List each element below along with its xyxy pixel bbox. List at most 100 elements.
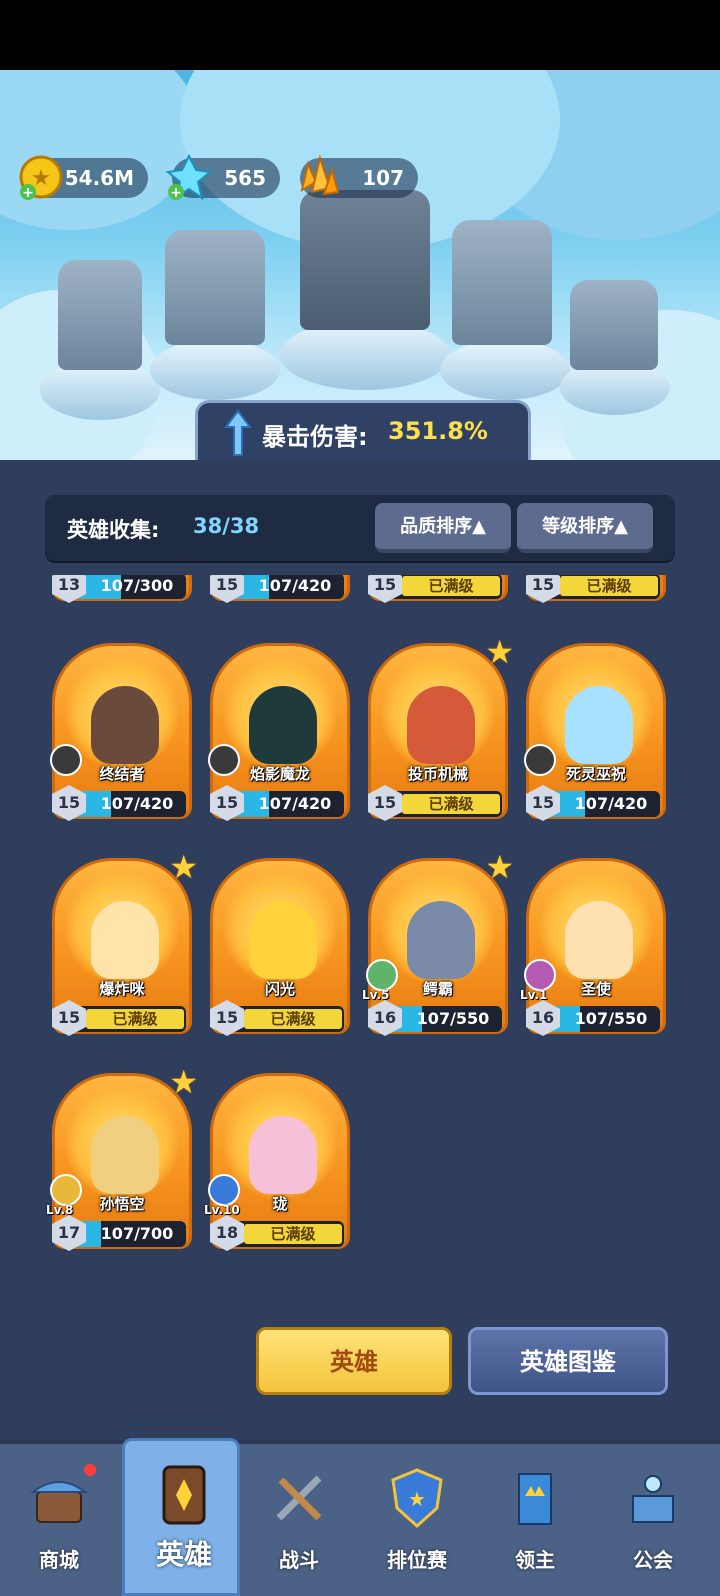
nav-label: 商城 xyxy=(39,1548,79,1572)
hero-card[interactable]: 焰影魔龙 107/420 15 xyxy=(208,643,350,833)
shop-icon xyxy=(29,1466,89,1530)
svg-text:★: ★ xyxy=(408,1487,426,1511)
hero-card[interactable]: 107/420 15 xyxy=(210,575,350,615)
hero-name: 闪光 xyxy=(264,980,295,998)
guild-castle-icon xyxy=(623,1466,683,1530)
nav-battle-swords[interactable]: 战斗 xyxy=(240,1444,358,1596)
gold-coin-icon: ★ + xyxy=(19,155,63,201)
hero-portrait xyxy=(249,901,317,979)
gem-counter[interactable]: 107 xyxy=(300,154,418,198)
blue-crystal-icon: + xyxy=(165,153,213,201)
hero-portrait xyxy=(91,1116,159,1194)
hero-codex-button[interactable]: 英雄图鉴 xyxy=(468,1327,668,1395)
pet-icon: Lv.1 xyxy=(520,958,560,1002)
pet-level: Lv.5 xyxy=(362,988,390,1002)
progress-text: 107/550 xyxy=(574,1009,648,1028)
sort-level-button[interactable]: 等级排序▲ xyxy=(517,503,653,553)
lord-banner-icon xyxy=(505,1466,565,1530)
ice-cave-rock xyxy=(0,70,200,230)
hero-name: 投币机械 xyxy=(407,765,468,783)
nav-label: 领主 xyxy=(515,1548,555,1572)
hero-card[interactable]: 已满级 15 xyxy=(368,575,508,615)
hero-card[interactable]: 爆炸咪 ★ 已满级 15 xyxy=(52,848,198,1048)
hero-card[interactable]: 已满级 15 xyxy=(526,575,666,615)
up-arrow-icon xyxy=(224,409,252,456)
hero-card[interactable]: 107/300 13 xyxy=(52,575,192,615)
hero-card[interactable]: 投币机械 ★ 已满级 15 xyxy=(368,633,514,833)
pet-level: Lv.10 xyxy=(204,1203,240,1217)
nav-label: 英雄 xyxy=(155,1538,212,1571)
hero-card[interactable]: 鳄霸 Lv.5 ★ 107/550 16 xyxy=(362,848,514,1048)
max-level-label: 已满级 xyxy=(402,576,500,596)
hero-card[interactable]: 珑 Lv.10 已满级 18 xyxy=(204,1073,350,1263)
progress-text: 107/420 xyxy=(258,794,332,813)
hero-card-icon xyxy=(154,1463,214,1527)
progress-text: 107/550 xyxy=(416,1009,490,1028)
nav-label: 公会 xyxy=(633,1548,673,1572)
max-level-label: 已满级 xyxy=(86,1009,184,1029)
pedestal xyxy=(150,340,280,400)
max-level-label: 已满级 xyxy=(402,794,500,814)
hero-card[interactable]: 孙悟空 Lv.8 ★ 107/700 17 xyxy=(46,1063,198,1263)
hero-portrait xyxy=(407,901,475,979)
sort-quality-button[interactable]: 品质排序▲ xyxy=(375,503,511,553)
nav-lord-banner[interactable]: 领主 xyxy=(476,1444,594,1596)
max-level-label: 已满级 xyxy=(560,576,658,596)
statue-warrior xyxy=(58,260,142,370)
notification-dot xyxy=(84,1464,96,1476)
crit-damage-plate: 暴击伤害: 351.8% xyxy=(195,400,531,463)
nav-guild-castle[interactable]: 公会 xyxy=(594,1444,712,1596)
gold-counter[interactable]: ★ + 54.6M xyxy=(19,155,148,201)
progress-text: 107/700 xyxy=(100,1224,174,1243)
star-icon: ★ xyxy=(485,633,514,671)
hero-card[interactable]: 死灵巫祝 107/420 15 xyxy=(524,643,666,833)
hero-portrait xyxy=(249,1116,317,1194)
crit-label: 暴击伤害: xyxy=(262,423,368,451)
hero-portrait xyxy=(407,686,475,764)
collection-header: 英雄收集: 38/38 品质排序▲ 等级排序▲ xyxy=(45,495,675,563)
hero-card[interactable]: 圣使 Lv.1 107/550 16 xyxy=(520,858,666,1048)
svg-text:+: + xyxy=(170,185,182,201)
collection-count: 38/38 xyxy=(193,514,260,538)
status-bar xyxy=(0,0,720,70)
nav-hero-card[interactable]: 英雄 xyxy=(122,1438,240,1596)
ranked-shield-icon: ★ xyxy=(387,1466,447,1530)
hero-card[interactable]: 终结者 107/420 15 xyxy=(50,643,192,833)
crystal-value: 565 xyxy=(224,166,266,190)
statue-dragon xyxy=(300,190,430,330)
pedestal xyxy=(440,340,570,400)
nav-shop[interactable]: 商城 xyxy=(0,1444,118,1596)
collection-label: 英雄收集: xyxy=(67,518,160,542)
nav-ranked-shield[interactable]: ★ 排位赛 xyxy=(358,1444,476,1596)
gem-value: 107 xyxy=(362,166,404,190)
bottom-nav: 商城 英雄 战斗 ★ 排位赛 领主 公会 xyxy=(0,1438,720,1596)
nav-label: 排位赛 xyxy=(387,1548,447,1572)
hero-grid[interactable]: 107/300 13 107/420 15 已满级 15 已满级 15 终结者 107/420 15… xyxy=(0,575,720,1285)
gold-value: 54.6M xyxy=(64,166,134,190)
statue-griffin xyxy=(165,230,265,345)
hero-name: 爆炸咪 xyxy=(99,980,145,998)
progress-text: 107/420 xyxy=(258,576,332,595)
max-level-label: 已满级 xyxy=(244,1224,342,1244)
pet-level: Lv.8 xyxy=(46,1203,74,1217)
hero-portrait xyxy=(565,686,633,764)
hero-portrait xyxy=(91,686,159,764)
max-level-label: 已满级 xyxy=(244,1009,342,1029)
progress-text: 107/420 xyxy=(100,794,174,813)
pet-icon: Lv.10 xyxy=(204,1173,244,1217)
battle-swords-icon xyxy=(269,1466,329,1530)
pet-icon: Lv.5 xyxy=(362,958,402,1002)
pet-icon xyxy=(520,743,560,783)
pet-icon: Lv.8 xyxy=(46,1173,86,1217)
crit-value: 351.8% xyxy=(388,417,488,445)
hero-card[interactable]: 闪光 已满级 15 xyxy=(210,858,350,1048)
svg-text:+: + xyxy=(22,185,34,201)
statue-robot xyxy=(570,280,658,370)
star-icon: ★ xyxy=(169,1063,198,1101)
hero-portrait xyxy=(91,901,159,979)
star-icon: ★ xyxy=(169,848,198,886)
orange-gem-icon xyxy=(300,154,340,196)
statue-mage xyxy=(452,220,552,345)
heroes-button[interactable]: 英雄 xyxy=(256,1327,452,1395)
crystal-counter[interactable]: + 565 xyxy=(165,153,280,201)
